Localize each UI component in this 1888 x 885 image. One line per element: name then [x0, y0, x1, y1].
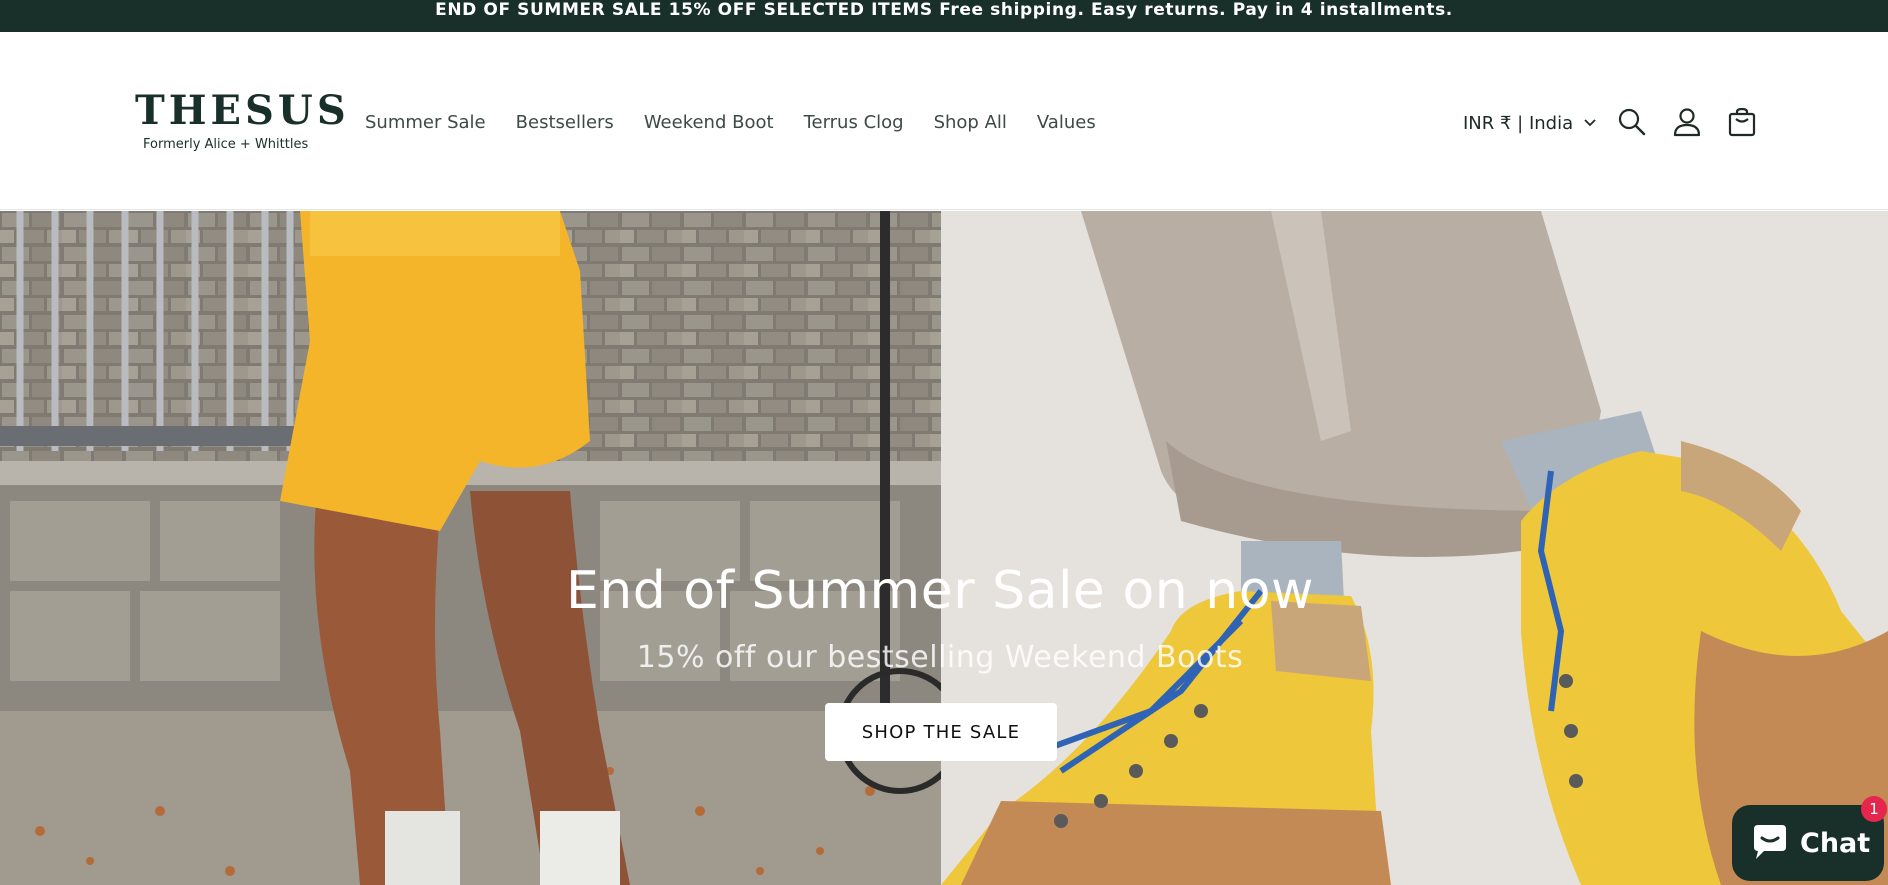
logo-wordmark: THESUS: [135, 87, 350, 134]
nav-item-weekend-boot[interactable]: Weekend Boot: [644, 108, 774, 138]
hero-banner: End of Summer Sale on now 15% off our be…: [0, 211, 1888, 885]
announcement-text: END OF SUMMER SALE 15% OFF SELECTED ITEM…: [435, 0, 1453, 20]
logo[interactable]: THESUS Formerly Alice + Whittles: [135, 87, 350, 156]
search-icon[interactable]: [1614, 104, 1650, 140]
chat-bubble-icon: [1754, 825, 1786, 859]
chevron-down-icon: [1584, 119, 1596, 127]
shop-the-sale-button[interactable]: SHOP THE SALE: [825, 703, 1057, 761]
hero-photo-boots: [941, 211, 1888, 885]
chat-button[interactable]: Chat: [1732, 805, 1884, 881]
nav-item-values[interactable]: Values: [1037, 108, 1096, 138]
nav-item-bestsellers[interactable]: Bestsellers: [516, 108, 614, 138]
announcement-bar: END OF SUMMER SALE 15% OFF SELECTED ITEM…: [0, 0, 1888, 32]
nav-item-summer-sale[interactable]: Summer Sale: [365, 108, 486, 138]
main-nav: Summer Sale Bestsellers Weekend Boot Ter…: [365, 108, 1126, 138]
hero-photo-shorts: [0, 211, 941, 885]
cart-icon[interactable]: [1724, 104, 1760, 140]
chat-notification-badge: 1: [1861, 796, 1887, 822]
account-icon[interactable]: [1669, 104, 1705, 140]
nav-item-terrus-clog[interactable]: Terrus Clog: [804, 108, 904, 138]
logo-tagline: Formerly Alice + Whittles: [143, 137, 309, 152]
site-header: THESUS Formerly Alice + Whittles Summer …: [0, 32, 1888, 210]
hero-image-right: [941, 211, 1888, 885]
currency-selector[interactable]: INR ₹ | India: [1463, 106, 1597, 140]
hero-image-left: [0, 211, 941, 885]
currency-label: INR ₹ | India: [1463, 112, 1574, 134]
nav-item-shop-all[interactable]: Shop All: [934, 108, 1007, 138]
chat-label: Chat: [1800, 827, 1871, 859]
